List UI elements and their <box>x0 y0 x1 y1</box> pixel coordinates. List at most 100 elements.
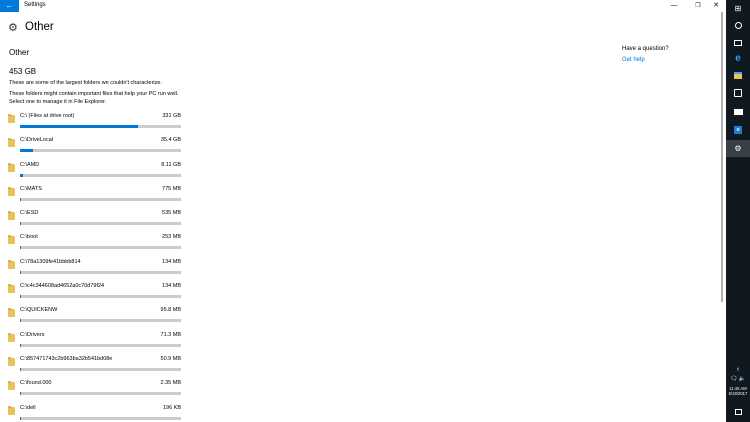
mail-button[interactable] <box>726 103 750 120</box>
folder-item[interactable]: C:\c4c344608ad4652a0c70d79f24 134 MB <box>8 282 184 306</box>
file-explorer-icon <box>734 72 742 79</box>
folder-name: C:\found.000 <box>20 380 52 387</box>
back-button[interactable]: ← <box>0 0 19 12</box>
folder-usage-bar <box>20 222 181 226</box>
close-button[interactable]: ✕ <box>706 0 726 12</box>
folder-name: C:\c4c344608ad4652a0c70d79f24 <box>20 283 105 290</box>
folder-usage-bar <box>20 125 181 128</box>
folder-item[interactable]: C:\857471743c2b963ba32b541bd08e 50.9 MB <box>8 355 184 379</box>
get-help-link[interactable]: Get help <box>622 57 645 63</box>
folder-usage-bar <box>20 343 181 347</box>
folder-usage-fill <box>20 416 21 420</box>
settings-icon: ⚙ <box>734 144 742 153</box>
folder-item[interactable]: C:\ (Files at drive root) 331 GB <box>8 112 184 136</box>
folder-item[interactable]: C:\found.000 2.35 MB <box>8 379 184 403</box>
folder-icon <box>8 259 15 269</box>
minimize-button[interactable]: — <box>664 0 684 12</box>
system-tray[interactable]: 🗨 🔈 <box>726 374 750 384</box>
folder-item[interactable]: C:\boot 253 MB <box>8 233 184 257</box>
folder-icon <box>8 381 15 391</box>
close-icon: ✕ <box>713 2 719 9</box>
folder-name: C:\Drivers <box>20 331 45 338</box>
folder-size: 35.4 GB <box>160 137 181 144</box>
folder-item[interactable]: C:\78a1309fe41bbbb814 134 MB <box>8 258 184 282</box>
folder-size: 2.35 MB <box>160 380 181 387</box>
action-center-button[interactable] <box>726 403 750 420</box>
section-title: Other <box>9 48 30 57</box>
folder-icon <box>8 308 15 318</box>
folder-size: 134 MB <box>162 258 181 265</box>
folder-icon <box>8 114 15 123</box>
folder-size: 95.8 MB <box>160 307 181 314</box>
folder-usage-bar <box>20 367 181 371</box>
folder-usage-bar <box>20 416 181 420</box>
folder-usage-bar <box>20 319 181 323</box>
folder-name: C:\78a1309fe41bbbb814 <box>20 258 81 265</box>
folder-usage-fill <box>20 149 33 153</box>
folder-icon <box>8 211 15 221</box>
folder-name: C:\ESD <box>20 210 39 217</box>
folder-item[interactable]: C:\DriveLocal 35.4 GB <box>8 136 184 160</box>
folder-name: C:\boot <box>20 234 38 241</box>
folder-icon <box>8 186 15 196</box>
folder-size: 8.11 GB <box>161 161 181 168</box>
maximize-button[interactable]: ❐ <box>688 0 708 12</box>
folder-name: C:\MATS <box>20 185 42 192</box>
help-question: Have a question? <box>622 46 669 52</box>
folder-usage-fill <box>20 173 23 177</box>
outlook-button[interactable]: o <box>726 121 750 138</box>
folder-icon <box>8 332 15 342</box>
folder-usage-fill <box>20 295 21 299</box>
folder-item[interactable]: C:\AMD 8.11 GB <box>8 161 184 185</box>
settings-taskbar-button[interactable]: ⚙ <box>726 140 750 157</box>
folder-item[interactable]: C:\QUICKENW 95.8 MB <box>8 306 184 330</box>
folder-usage-fill <box>20 392 21 396</box>
folder-usage-fill <box>20 222 21 226</box>
folder-name: C:\857471743c2b963ba32b541bd08e <box>20 355 113 362</box>
folder-item[interactable]: C:\ESD 535 MB <box>8 209 184 233</box>
folder-usage-fill <box>20 270 21 274</box>
folder-item[interactable]: C:\MATS 775 MB <box>8 185 184 209</box>
folder-name: C:\DriveLocal <box>20 137 54 144</box>
description-largest-folders: These are some of the largest folders we… <box>9 80 162 86</box>
back-arrow-icon: ← <box>5 1 14 10</box>
folder-size: 134 MB <box>162 283 181 290</box>
folder-usage-bar <box>20 149 181 153</box>
task-view-button[interactable] <box>726 34 750 51</box>
folder-item[interactable]: C:\Drivers 71.3 MB <box>8 331 184 355</box>
folder-icon <box>8 162 15 172</box>
clock[interactable]: 11:45 AM 5/19/2017 <box>726 386 750 396</box>
task-view-icon <box>734 39 742 46</box>
scrollbar[interactable] <box>721 12 723 302</box>
clock-date: 5/19/2017 <box>728 391 748 396</box>
folder-size: 331 GB <box>162 113 181 119</box>
store-button[interactable] <box>726 84 750 101</box>
cortana-icon <box>734 22 742 29</box>
folder-name: C:\QUICKENW <box>20 307 58 314</box>
folder-name: C:\ (Files at drive root) <box>20 113 75 119</box>
folder-usage-bar <box>20 197 181 201</box>
folder-icon <box>8 235 15 245</box>
cortana-button[interactable] <box>726 17 750 34</box>
folder-size: 535 MB <box>162 210 181 217</box>
description-manage-folders: These folders might contain important fi… <box>9 91 179 105</box>
folder-size: 775 MB <box>162 185 181 192</box>
folder-usage-bar <box>20 173 181 177</box>
folder-size: 196 KB <box>162 404 181 411</box>
folder-usage-fill <box>20 197 21 201</box>
mail-icon <box>733 108 743 115</box>
folder-list: C:\ (Files at drive root) 331 GB C:\DriveL… <box>8 112 184 422</box>
folder-usage-bar <box>20 392 181 396</box>
start-button[interactable]: ⊞ <box>726 0 750 17</box>
total-size: 453 GB <box>9 67 37 76</box>
folder-item[interactable]: C:\dell 196 KB <box>8 404 184 422</box>
file-explorer-button[interactable] <box>726 67 750 84</box>
folder-usage-fill <box>20 343 21 347</box>
folder-size: 71.3 MB <box>160 331 181 338</box>
folder-icon <box>8 356 15 366</box>
folder-icon <box>8 284 15 294</box>
app-title: Settings <box>24 2 46 8</box>
edge-icon: e <box>735 53 741 64</box>
gear-icon: ⚙ <box>8 22 18 34</box>
edge-button[interactable]: e <box>726 50 750 67</box>
